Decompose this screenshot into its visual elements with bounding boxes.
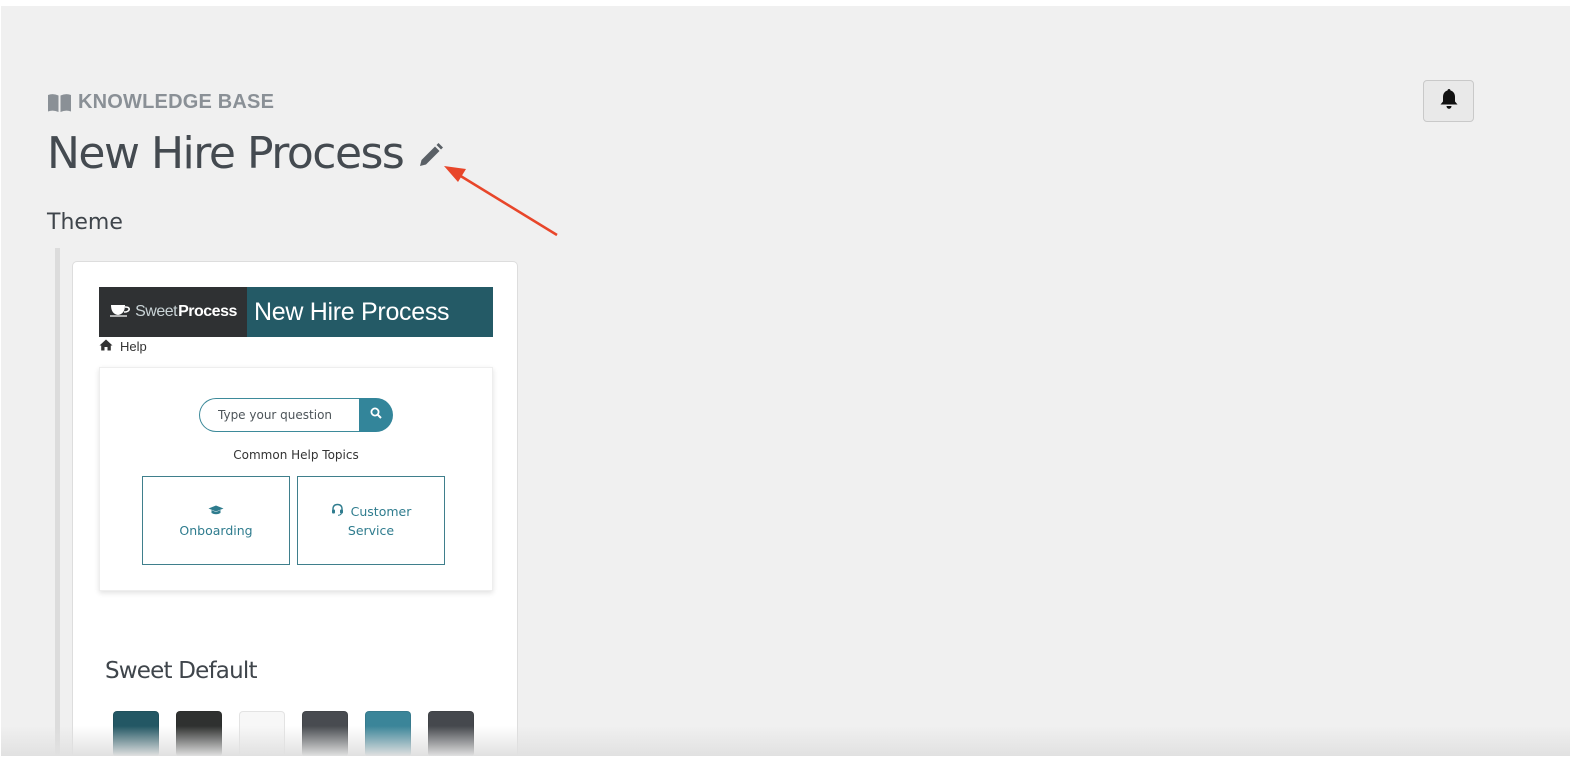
preview-kb-title: New Hire Process (247, 287, 493, 337)
preview-brand-process: Process (178, 303, 237, 320)
theme-card[interactable]: Sweet Process New Hire Process Help Type… (72, 261, 518, 756)
color-swatch[interactable] (428, 711, 474, 756)
home-icon (99, 339, 113, 354)
color-swatches (113, 711, 474, 756)
notifications-button[interactable] (1423, 80, 1474, 122)
search-icon (370, 406, 382, 424)
theme-section-title: Theme (47, 210, 123, 235)
preview-body: Common Help Topics Onboarding (99, 367, 493, 591)
color-swatch[interactable] (176, 711, 222, 756)
preview-header: Sweet Process New Hire Process (99, 287, 493, 337)
preview-topic-customer-service: Customer Service (297, 476, 445, 565)
page-background: KNOWLEDGE BASE New Hire Process Theme Sw… (1, 6, 1570, 756)
preview-topic-service-line2: Service (347, 523, 395, 538)
color-swatch[interactable] (365, 711, 411, 756)
graduation-cap-icon (208, 504, 224, 519)
color-swatch[interactable] (113, 711, 159, 756)
preview-topic-onboarding: Onboarding (142, 476, 290, 565)
headset-icon (331, 503, 344, 519)
preview-breadcrumb: Help (99, 339, 147, 354)
preview-brand: Sweet Process (99, 287, 247, 337)
theme-rail (55, 248, 60, 756)
color-swatch[interactable] (239, 711, 285, 756)
preview-topic-service-line1: Customer (350, 503, 412, 519)
preview-search-input (199, 398, 359, 432)
preview-topics-heading: Common Help Topics (233, 448, 359, 462)
preview-topic-onboarding-label: Onboarding (179, 522, 253, 538)
preview-search-button (359, 398, 393, 432)
bell-icon (1439, 88, 1459, 115)
coffee-cup-icon (109, 303, 131, 322)
preview-search (199, 398, 393, 432)
color-swatch[interactable] (302, 711, 348, 756)
preview-breadcrumb-text: Help (120, 339, 147, 354)
theme-name: Sweet Default (105, 658, 257, 684)
preview-brand-sweet: Sweet (135, 303, 178, 320)
